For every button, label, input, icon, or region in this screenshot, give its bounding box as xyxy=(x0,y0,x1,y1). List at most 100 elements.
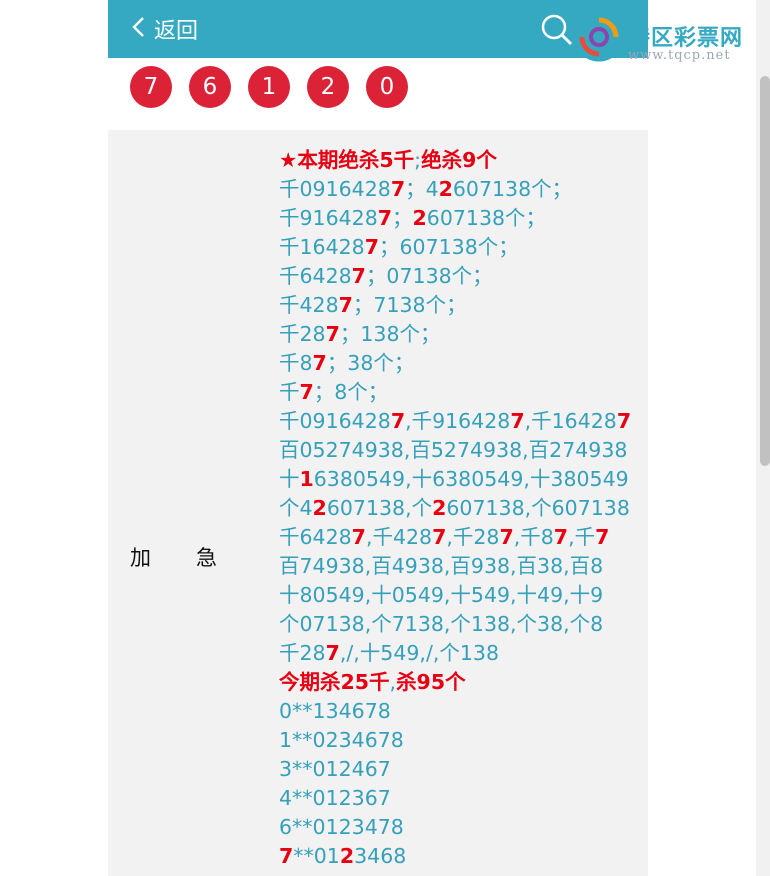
content-line: 个07138,个7138,个138,个38,个8 xyxy=(279,610,639,639)
content-text: 6380549,十6380549,十380549 xyxy=(313,467,629,491)
content-text: 3**012467 xyxy=(279,757,391,781)
content-text: ,千916428 xyxy=(405,409,511,433)
scrollbar-thumb[interactable] xyxy=(760,76,770,466)
highlight-text: 2 xyxy=(312,496,327,520)
highlight-text: 7 xyxy=(499,525,514,549)
content-line: 千64287；07138个； xyxy=(279,262,639,291)
result-ball: 7 xyxy=(130,66,172,108)
highlight-text: 2 xyxy=(438,177,453,201)
content-text: ,千 xyxy=(568,525,596,549)
content-line: 千287,/,十549,/,个138 xyxy=(279,639,639,668)
highlight-text: 今期杀25千 xyxy=(279,670,390,694)
content-text: 1**0234678 xyxy=(279,728,404,752)
result-balls: 7 6 1 2 0 xyxy=(130,66,425,108)
content-line: 1**0234678 xyxy=(279,726,639,755)
content-text: 个4 xyxy=(279,496,313,520)
content-text: 607138,个607138 xyxy=(446,496,630,520)
content-line: 0**134678 xyxy=(279,697,639,726)
content-text: ；138个； xyxy=(339,322,441,346)
highlight-text: 2 xyxy=(432,496,447,520)
highlight-text: 7 xyxy=(390,409,406,433)
content-line: 6**0123478 xyxy=(279,813,639,842)
content-line: 十80549,十0549,十549,十49,十9 xyxy=(279,581,639,610)
highlight-text: 7 xyxy=(432,525,447,549)
row-label-char: 加 xyxy=(130,546,151,570)
content-text: ；7138个； xyxy=(352,293,467,317)
content-text: 千16428 xyxy=(279,235,365,259)
highlight-text: 7 xyxy=(351,525,366,549)
highlight-text: 杀95个 xyxy=(396,670,466,694)
highlight-text: 7 xyxy=(616,409,632,433)
content-text: 8 xyxy=(377,177,391,201)
content-line: 个42607138,个2607138,个607138 xyxy=(279,494,639,523)
content-text: 千 xyxy=(279,380,300,404)
highlight-text: 7 xyxy=(595,525,610,549)
content-text: ；38个； xyxy=(326,351,415,375)
content-text: 千428 xyxy=(279,293,339,317)
back-button[interactable]: 返回 xyxy=(130,0,198,58)
result-ball: 0 xyxy=(366,66,408,108)
chevron-left-icon xyxy=(130,15,148,43)
content-line: 3**012467 xyxy=(279,755,639,784)
content-text: 607138个； xyxy=(426,206,547,230)
highlight-text: 7 xyxy=(351,264,366,288)
row-label-char: 急 xyxy=(196,546,217,570)
content-text: ,千428 xyxy=(365,525,433,549)
content-text: ；607138个； xyxy=(378,235,519,259)
highlight-text: 2 xyxy=(412,206,427,230)
highlight-text: 7 xyxy=(279,844,294,868)
result-ball: 2 xyxy=(307,66,349,108)
highlight-text: 7 xyxy=(312,351,327,375)
result-ball: 6 xyxy=(189,66,231,108)
content-line: 4**012367 xyxy=(279,784,639,813)
content-text: 百05274938,百5274938,百274938 xyxy=(279,438,628,462)
content-text: 个07138,个7138,个138,个38,个8 xyxy=(279,612,604,636)
content-text: 6**0123478 xyxy=(279,815,404,839)
content-text: ,千16428 xyxy=(524,409,617,433)
content-text: 千28 xyxy=(279,641,326,665)
highlight-text: 7 xyxy=(325,641,340,665)
content-line: 百74938,百4938,百938,百38,百8 xyxy=(279,552,639,581)
brand-logo[interactable]: 特区彩票网 www.tqcp.net xyxy=(572,8,770,68)
highlight-text: 1 xyxy=(299,467,314,491)
row-label: 加急 xyxy=(130,542,217,572)
content-text: 千6428 xyxy=(279,264,352,288)
search-button[interactable] xyxy=(540,13,574,47)
content-line: 千4287；7138个； xyxy=(279,291,639,320)
content-text: ；07138个； xyxy=(365,264,493,288)
content-line: 千64287,千4287,千287,千87,千7 xyxy=(279,523,639,552)
highlight-text: 7 xyxy=(325,322,340,346)
content-line: 十16380549,十6380549,十380549 xyxy=(279,465,639,494)
content-text: 千28 xyxy=(279,322,326,346)
back-label: 返回 xyxy=(154,19,199,44)
highlight-text: 7 xyxy=(338,293,353,317)
highlight-text: 7 xyxy=(510,409,525,433)
highlight-text: 7 xyxy=(377,206,393,230)
prediction-panel: 加急 ★本期绝杀5千;绝杀9个 千09164287；42607138个； 千9164… xyxy=(108,130,648,876)
content-text: 千916428 xyxy=(279,206,378,230)
content-text: ,千28 xyxy=(446,525,500,549)
content-line: 千7；8个； xyxy=(279,378,639,407)
highlight-text: 绝杀9个 xyxy=(421,148,497,172)
highlight-text: ★本期绝杀5千 xyxy=(279,148,415,172)
content-text: 十80549,十0549,十549,十49,十9 xyxy=(279,583,604,607)
content-line: 千164287；607138个； xyxy=(279,233,639,262)
content-line: 千09164287,千9164287,千164287 xyxy=(279,407,639,436)
content-text: 千8 xyxy=(279,351,313,375)
content-line: 千9164287；2607138个； xyxy=(279,204,639,233)
content-line: 百05274938,百5274938,百274938 xyxy=(279,436,639,465)
content-line: 今期杀25千,杀95个 xyxy=(279,668,639,697)
content-line: ★本期绝杀5千;绝杀9个 xyxy=(279,146,639,175)
content-line: 千09164287；42607138个； xyxy=(279,175,639,204)
content-line: 千87；38个； xyxy=(279,349,639,378)
content-text: 千6428 xyxy=(279,525,352,549)
content-text: 0**134678 xyxy=(279,699,391,723)
content-text: 3468 xyxy=(354,844,407,868)
prediction-content: ★本期绝杀5千;绝杀9个 千09164287；42607138个； 千9164287… xyxy=(279,146,639,871)
content-text: ；8个； xyxy=(313,380,389,404)
content-line: 千287；138个； xyxy=(279,320,639,349)
content-text: **01 xyxy=(293,844,340,868)
top-bar: 返回 xyxy=(108,0,648,58)
highlight-text: 7 xyxy=(390,177,406,201)
result-ball: 1 xyxy=(248,66,290,108)
